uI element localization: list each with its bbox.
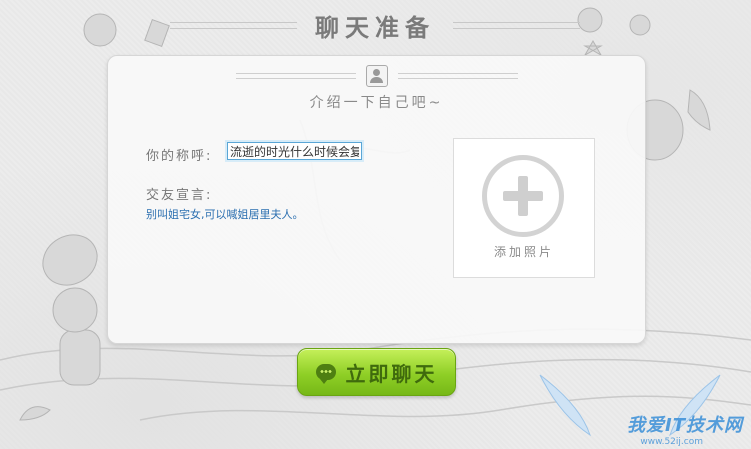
plus-icon [482,155,564,237]
title-bar: 聊天准备 [170,8,580,42]
start-chat-button[interactable]: 立即聊天 [297,348,456,396]
add-photo-label: 添加照片 [493,245,554,259]
intro-text: 介绍一下自己吧~ [309,95,444,111]
avatar-icon [365,65,388,87]
watermark-logo: 我爱IT技术网 [627,415,743,436]
watermark-url: www.52ij.com [640,437,703,447]
nickname-label: 你的称呼: [146,149,213,164]
profile-panel: 介绍一下自己吧~ 你的称呼: 交友宣言: 别叫姐宅女,可以喊姐居里夫人。 添加照… [107,55,646,344]
add-photo-button[interactable]: 添加照片 [453,138,595,278]
header-divider-left [235,73,356,79]
panel-header [108,64,645,88]
title-divider-left [170,21,297,29]
motto-text[interactable]: 别叫姐宅女,可以喊姐居里夫人。 [146,206,304,222]
window-title: 聊天准备 [315,13,435,42]
header-divider-right [397,73,518,79]
start-chat-label: 立即聊天 [345,361,438,386]
nickname-input[interactable] [225,140,364,162]
motto-label: 交友宣言: [146,188,213,203]
chat-bubble-icon [315,364,336,384]
title-divider-right [453,21,580,29]
